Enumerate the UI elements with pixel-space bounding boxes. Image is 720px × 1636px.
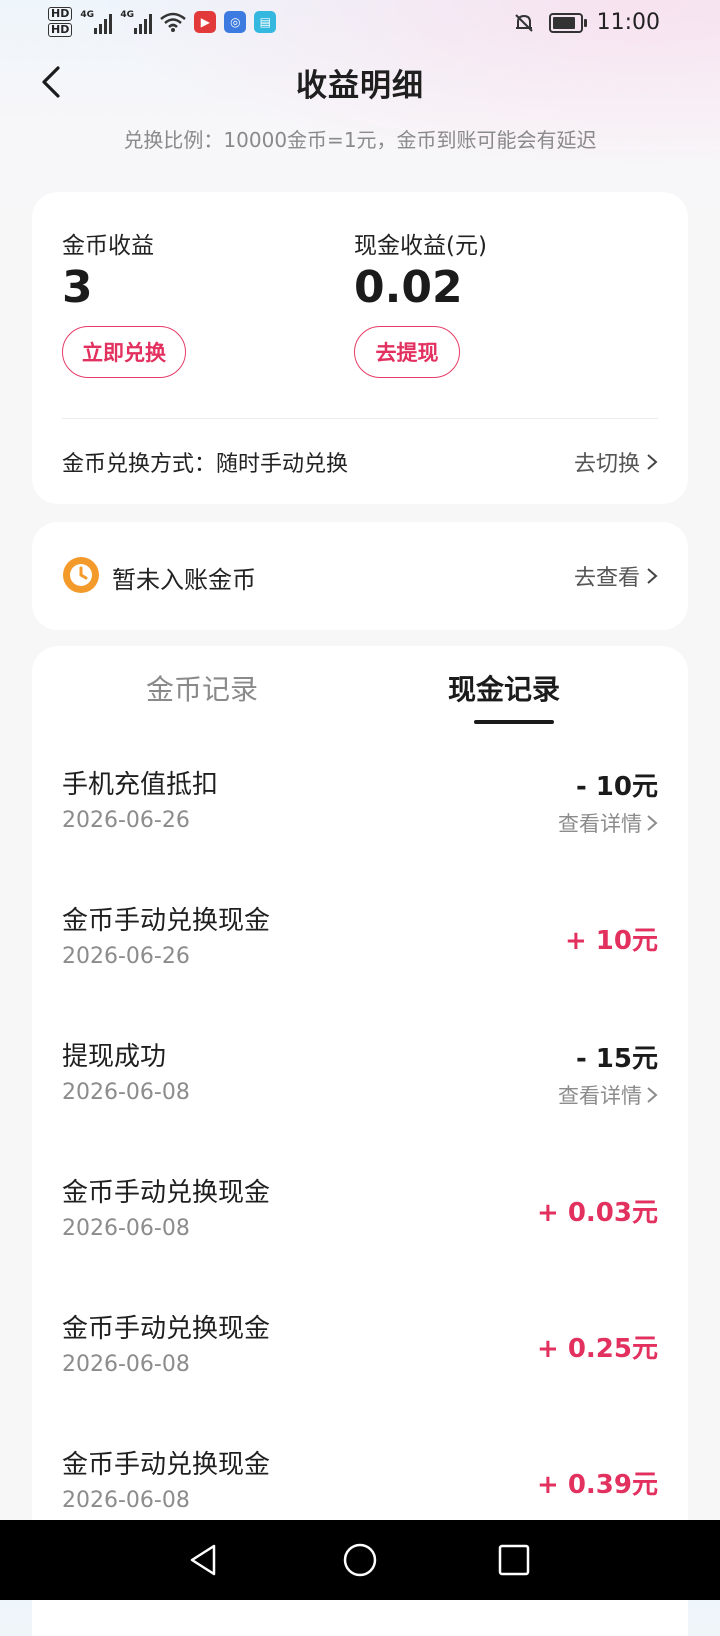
reader-app-icon: ▤ [254,11,277,33]
record-row[interactable]: 提现成功 2026-06-08 - 15元查看详情 [32,1036,688,1156]
coin-earnings-value: 3 [62,262,93,313]
chevron-right-icon [647,454,658,470]
switch-mode-link[interactable]: 去切换 [574,446,658,478]
nav-back-icon[interactable] [184,1540,224,1580]
record-row[interactable]: 金币手动兑换现金 2026-06-26 + 10元 [32,900,688,1020]
record-title: 金币手动兑换现金 [62,1178,271,1208]
view-detail-label: 查看详情 [558,812,642,836]
record-amount: - 15元 [575,1044,658,1074]
view-detail-link[interactable]: 查看详情 [558,1080,658,1110]
network1-label: 4G [80,10,94,20]
battery-icon [548,12,587,33]
divider [62,418,658,419]
exchange-ratio-note: 兑换比例：10000金币=1元，金币到账可能会有延迟 [123,128,597,152]
chevron-right-icon [647,568,658,584]
record-title: 金币手动兑换现金 [62,1450,271,1480]
signal-icon-2: 4G [120,10,153,34]
record-amount: + 0.03元 [537,1198,658,1228]
record-date: 2026-06-26 [62,808,190,833]
hd2-label: HD [48,23,73,37]
bell-muted-icon [514,13,533,32]
system-nav-bar [0,1520,720,1600]
network2-label: 4G [120,10,134,20]
view-pending-link[interactable]: 去查看 [574,560,658,592]
record-amount: + 10元 [564,926,658,956]
record-row[interactable]: 手机充值抵扣 2026-06-26 - 10元查看详情 [32,764,688,884]
record-date: 2026-06-08 [62,1352,190,1377]
tab-cash-records[interactable]: 现金记录 [448,668,560,708]
view-detail-label: 查看详情 [558,1084,642,1108]
chevron-right-icon [647,1087,658,1103]
switch-mode-label: 去切换 [573,452,640,477]
record-row[interactable]: 金币手动兑换现金 2026-06-08 + 0.25元 [32,1308,688,1428]
tab-coin-records[interactable]: 金币记录 [146,668,258,708]
active-tab-indicator [474,720,554,724]
signal-icon: 4G [80,10,113,34]
record-date: 2026-06-08 [62,1080,190,1105]
record-title: 金币手动兑换现金 [62,906,271,936]
view-detail-link[interactable]: 查看详情 [558,808,658,838]
earnings-card: 金币收益 3 立即兑换 现金收益(元) 0.02 去提现 金币兑换方式：随时手动… [32,192,688,504]
record-amount: + 0.39元 [537,1470,658,1500]
chevron-right-icon [647,815,658,831]
withdraw-button[interactable]: 去提现 [354,326,460,378]
record-title: 手机充值抵扣 [62,770,219,800]
record-date: 2026-06-08 [62,1488,190,1513]
exchange-now-button[interactable]: 立即兑换 [62,326,186,378]
record-row[interactable]: 金币手动兑换现金 2026-06-08 + 0.03元 [32,1172,688,1292]
records-card: 金币记录 现金记录 手机充值抵扣 2026-06-26- 10元 查看详情 金币手动兑… [32,646,688,1636]
coin-earnings-label: 金币收益 [62,233,154,259]
record-date: 2026-06-08 [62,1216,190,1241]
cash-earnings-label: 现金收益(元) [354,233,487,259]
record-amount: + 0.25元 [537,1334,658,1364]
record-date: 2026-06-26 [62,944,190,969]
hd1-label: HD [48,7,73,21]
browser-app-icon: ◎ [224,11,247,33]
exchange-mode-label: 金币兑换方式：随时手动兑换 [62,452,349,477]
video-app-icon: ▶ [194,11,217,33]
status-bar: HD HD 4G 4G ▶ ◎ ▤ 11:00 [0,0,720,50]
record-amount: - 10元 [575,772,658,802]
view-pending-label: 去查看 [573,566,640,591]
nav-home-icon[interactable] [340,1540,380,1580]
record-title: 提现成功 [62,1042,167,1072]
page-title: 收益明细 [296,68,424,104]
clock-time: 11:00 [596,10,660,35]
hd-indicator: HD HD [48,6,73,38]
wifi-icon [160,12,187,32]
cash-earnings-value: 0.02 [354,262,463,313]
pending-coins-label: 暂未入账金币 [112,566,256,594]
clock-icon [63,557,99,593]
pending-coins-card[interactable]: 暂未入账金币 去查看 [32,522,688,630]
record-title: 金币手动兑换现金 [62,1314,271,1344]
nav-recents-icon[interactable] [494,1540,534,1580]
